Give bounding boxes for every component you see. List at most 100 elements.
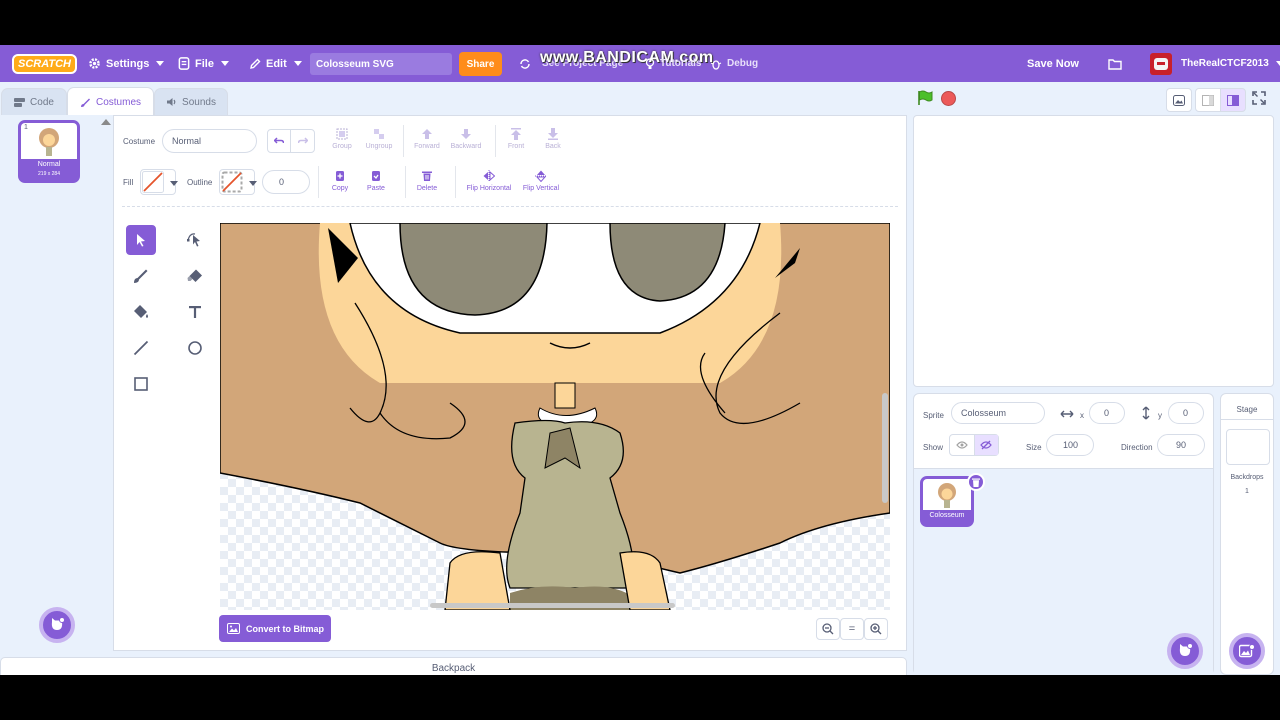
back-label: Back: [545, 143, 561, 150]
stage-pane-title: Stage: [1236, 405, 1258, 414]
fill-label: Fill: [123, 178, 134, 187]
zoom-in-button[interactable]: [864, 618, 888, 640]
copy-button[interactable]: Copy: [328, 170, 352, 192]
lightbulb-icon: [645, 57, 655, 69]
add-backdrop-button[interactable]: [1229, 633, 1265, 669]
delete-button[interactable]: Delete: [414, 170, 440, 192]
sprite-name-input[interactable]: Colosseum: [951, 402, 1045, 424]
add-costume-button[interactable]: [39, 607, 75, 643]
image-plus-icon: [1239, 644, 1255, 658]
paste-button[interactable]: Paste: [364, 170, 388, 192]
edit-menu[interactable]: Edit: [249, 45, 302, 82]
group-button[interactable]: Group: [330, 128, 354, 150]
backward-button[interactable]: Backward: [448, 128, 484, 150]
tab-costumes[interactable]: Costumes: [67, 87, 154, 116]
text-tool[interactable]: [180, 297, 210, 327]
costume-name-input[interactable]: Normal: [162, 129, 257, 153]
delete-sprite-button[interactable]: [967, 473, 985, 491]
file-menu[interactable]: File: [178, 45, 229, 82]
ungroup-button[interactable]: Ungroup: [363, 128, 395, 150]
redo-button[interactable]: [291, 130, 314, 152]
add-sprite-button[interactable]: [1167, 633, 1203, 669]
sprite-name: Colosseum: [929, 512, 965, 519]
backpack-header[interactable]: Backpack: [0, 657, 907, 675]
settings-menu[interactable]: Settings: [88, 45, 165, 82]
bug-icon: [710, 59, 722, 70]
menu-bar: SCRATCH Settings File Edit Colosseum SVG…: [0, 45, 1280, 82]
fullscreen-button[interactable]: [1252, 91, 1266, 110]
sprite-item-colosseum[interactable]: Colosseum: [920, 473, 985, 527]
zoom-reset-button[interactable]: =: [840, 618, 864, 640]
flip-vertical-icon: [535, 170, 547, 182]
convert-button-label: Convert to Bitmap: [246, 623, 325, 634]
account-menu[interactable]: TheRealCTCF2013: [1150, 45, 1280, 82]
direction-input[interactable]: 90: [1157, 434, 1205, 456]
undo-icon: [274, 137, 284, 144]
tab-code[interactable]: Code: [1, 88, 67, 115]
chevron-down-icon: [220, 61, 229, 66]
save-now-button[interactable]: Save Now: [1027, 45, 1079, 82]
cat-plus-icon: [1179, 643, 1193, 656]
front-button[interactable]: Front: [505, 128, 527, 150]
image-icon: [227, 623, 240, 634]
back-button[interactable]: Back: [542, 128, 564, 150]
sprite-pane: Sprite Colosseum x 0 y 0 Show Size 100 D…: [913, 393, 1214, 675]
toolbar-divider: [495, 125, 496, 157]
pencil-icon: [250, 58, 261, 69]
costume-item-normal[interactable]: 1 Normal 219 x 284: [18, 120, 80, 183]
line-tool[interactable]: [126, 333, 156, 363]
convert-to-bitmap-button[interactable]: Convert to Bitmap: [219, 615, 331, 642]
ungroup-label: Ungroup: [365, 143, 393, 150]
delete-label: Delete: [416, 185, 438, 192]
paste-icon: [372, 171, 380, 181]
my-stuff-button[interactable]: [1108, 45, 1122, 82]
refresh-icon: [520, 58, 530, 69]
rectangle-icon: [134, 377, 148, 391]
tutorials-button[interactable]: Tutorials: [645, 45, 701, 82]
x-position-input[interactable]: 0: [1089, 402, 1125, 424]
y-position-input[interactable]: 0: [1168, 402, 1204, 424]
forward-button[interactable]: Forward: [411, 128, 443, 150]
stage-pane-divider: [1221, 419, 1273, 420]
outline-width-input[interactable]: 0: [262, 170, 310, 194]
rectangle-tool[interactable]: [126, 369, 156, 399]
fill-color-picker[interactable]: [140, 169, 178, 195]
size-label: Size: [1026, 443, 1042, 452]
username-label: TheRealCTCF2013: [1181, 58, 1269, 69]
undo-button[interactable]: [268, 130, 292, 152]
paint-canvas[interactable]: [220, 223, 890, 610]
tutorials-label: Tutorials: [660, 58, 702, 69]
zoom-out-button[interactable]: [816, 618, 840, 640]
project-title-input[interactable]: Colosseum SVG: [310, 53, 452, 75]
cat-plus-icon: [51, 617, 65, 630]
select-tool[interactable]: [126, 225, 156, 255]
eraser-icon: [187, 269, 202, 282]
green-flag-button[interactable]: [917, 90, 933, 111]
scratch-logo[interactable]: SCRATCH: [12, 54, 77, 74]
small-stage-button[interactable]: [1195, 88, 1221, 112]
show-sprite-button[interactable]: [950, 435, 975, 455]
hide-sprite-button[interactable]: [974, 435, 998, 455]
circle-tool[interactable]: [180, 333, 210, 363]
share-button[interactable]: Share: [459, 52, 502, 76]
reshape-tool[interactable]: [180, 225, 210, 255]
flip-vertical-button[interactable]: Flip Vertical: [519, 170, 563, 192]
size-input[interactable]: 100: [1046, 434, 1094, 456]
brush-tool[interactable]: [126, 261, 156, 291]
stage-size-toggle-button[interactable]: [1166, 88, 1192, 112]
scroll-up-arrow[interactable]: [101, 119, 111, 125]
trash-icon: [422, 171, 432, 181]
fill-tool[interactable]: [126, 297, 156, 327]
costume-name: Normal: [37, 161, 61, 168]
costume-list-scrollbar[interactable]: [99, 115, 113, 651]
tab-sounds[interactable]: Sounds: [154, 88, 228, 115]
large-stage-button[interactable]: [1220, 88, 1246, 112]
stage-canvas[interactable]: [913, 115, 1274, 387]
outline-label: Outline: [187, 178, 213, 187]
stop-button[interactable]: [941, 91, 956, 106]
flip-horizontal-button[interactable]: Flip Horizontal: [464, 170, 514, 192]
outline-color-picker[interactable]: [219, 169, 257, 195]
debug-button[interactable]: Debug: [710, 45, 758, 82]
zoom-in-icon: [870, 623, 882, 635]
eraser-tool[interactable]: [180, 261, 210, 291]
